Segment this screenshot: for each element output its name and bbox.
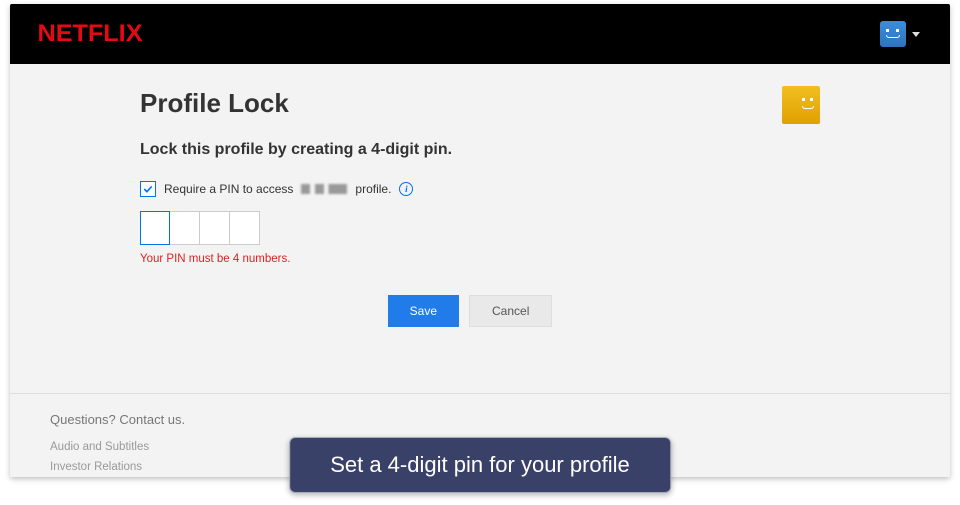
save-button[interactable]: Save	[388, 295, 459, 327]
cancel-button[interactable]: Cancel	[469, 295, 552, 327]
header-bar: NETFLIX	[10, 4, 950, 64]
pin-error-message: Your PIN must be 4 numbers.	[140, 253, 820, 265]
pin-input-group	[140, 211, 820, 245]
page-title: Profile Lock	[140, 88, 820, 119]
instruction-caption: Set a 4-digit pin for your profile	[289, 437, 671, 493]
require-pin-row[interactable]: Require a PIN to access profile. i	[140, 181, 820, 197]
netflix-logo[interactable]: NETFLIX	[38, 20, 143, 48]
checkbox-label-suffix: profile.	[355, 182, 391, 196]
app-window: NETFLIX Profile Lock Lock this profile b…	[10, 4, 950, 477]
pin-digit-3[interactable]	[200, 211, 230, 245]
checkbox-checked-icon[interactable]	[140, 181, 156, 197]
page-subtitle: Lock this profile by creating a 4-digit …	[140, 141, 820, 159]
info-icon[interactable]: i	[399, 182, 413, 196]
redacted-profile-name	[301, 184, 347, 194]
profile-menu[interactable]	[880, 21, 920, 47]
pin-digit-2[interactable]	[170, 211, 200, 245]
avatar-icon	[880, 21, 906, 47]
checkbox-label-prefix: Require a PIN to access	[164, 182, 293, 196]
chevron-down-icon	[912, 32, 920, 37]
pin-digit-4[interactable]	[230, 211, 260, 245]
main-content: Profile Lock Lock this profile by creati…	[10, 64, 950, 393]
pin-digit-1[interactable]	[140, 211, 170, 245]
profile-avatar-icon	[782, 86, 820, 124]
footer-questions[interactable]: Questions? Contact us.	[50, 412, 910, 427]
button-row: Save Cancel	[120, 295, 820, 327]
